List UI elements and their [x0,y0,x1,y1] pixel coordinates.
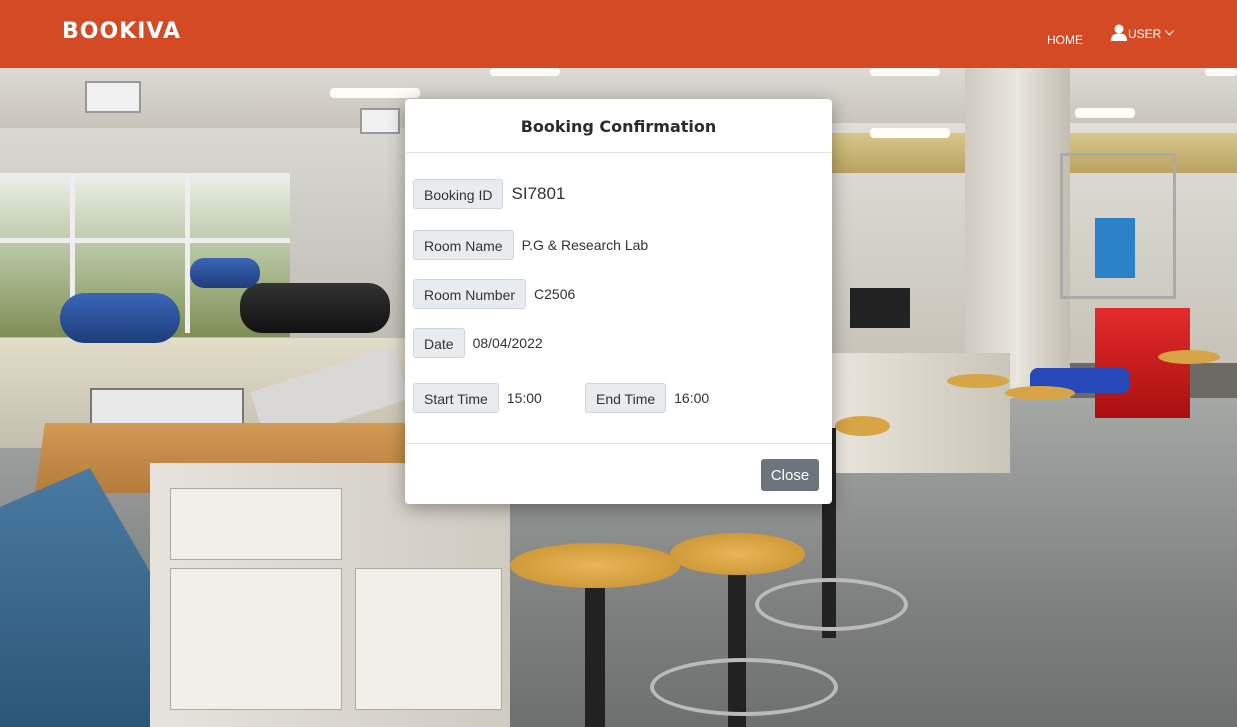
nav-user-dropdown[interactable]: USER [1111,24,1175,41]
top-navbar: BOOKIVA HOME USER [0,0,1237,68]
booking-id-label: Booking ID [413,179,504,209]
modal-footer: Close [405,443,832,505]
start-time-label: Start Time [413,383,499,413]
brand-logo[interactable]: BOOKIVA [62,19,181,44]
start-time-value: 15:00 [506,390,542,406]
close-button[interactable]: Close [761,459,819,491]
room-number-row: Room Number C2506 [413,279,575,309]
booking-confirmation-modal: Booking Confirmation Booking ID SI7801 R… [405,99,832,504]
end-time-row: End Time 16:00 [585,383,709,413]
date-value: 08/04/2022 [472,335,543,351]
user-icon [1111,24,1127,41]
date-label: Date [413,328,465,358]
date-row: Date 08/04/2022 [413,328,543,358]
room-number-value: C2506 [534,286,576,302]
end-time-value: 16:00 [674,390,710,406]
start-time-row: Start Time 15:00 [413,383,542,413]
modal-title: Booking Confirmation [520,116,717,136]
room-name-row: Room Name P.G & Research Lab [413,230,648,260]
chevron-down-icon [1165,30,1175,36]
booking-id-row: Booking ID SI7801 [413,179,565,209]
nav-home-link[interactable]: HOME [1047,33,1083,47]
room-name-value: P.G & Research Lab [521,237,649,253]
user-label: USER [1128,27,1162,41]
room-number-label: Room Number [413,279,527,309]
end-time-label: End Time [585,383,667,413]
room-name-label: Room Name [413,230,514,260]
modal-header: Booking Confirmation [405,99,832,153]
booking-id-value: SI7801 [511,184,566,203]
